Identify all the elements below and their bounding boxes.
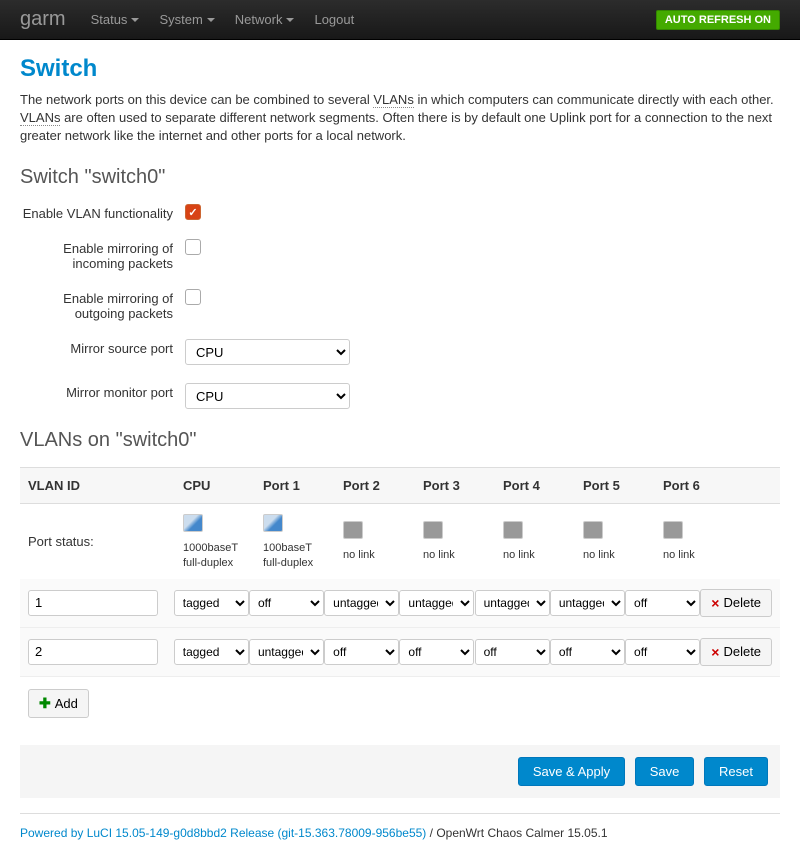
port-status-text: full-duplex (183, 557, 233, 569)
navbar: garm Status System Network Logout AUTO R… (0, 0, 800, 40)
mirror-tx-checkbox[interactable] (185, 289, 201, 305)
port-icon (503, 521, 523, 539)
mirror-tx-label: Enable mirroring of outgoing packets (20, 289, 185, 321)
vlan-abbr: VLANs (373, 92, 413, 108)
port-status-row: Port status: 1000baseT full-duplex 100ba… (20, 504, 780, 579)
delete-button[interactable]: ×Delete (700, 638, 772, 666)
add-button[interactable]: ✚Add (28, 689, 89, 718)
port-status-text: 1000baseT (183, 542, 238, 554)
delete-icon: × (711, 595, 719, 611)
port-icon (343, 521, 363, 539)
delete-icon: × (711, 644, 719, 660)
delete-button[interactable]: ×Delete (700, 589, 772, 617)
port-icon (583, 521, 603, 539)
col-header-port1: Port 1 (263, 478, 343, 493)
page-title: Switch (20, 55, 780, 83)
col-header-port4: Port 4 (503, 478, 583, 493)
navbar-brand[interactable]: garm (20, 8, 66, 31)
vlan-row: tagged untagged off off off off off ×Del… (20, 628, 780, 677)
port-icon (423, 521, 443, 539)
mirror-src-select[interactable]: CPU (185, 339, 350, 365)
vlan-port-select[interactable]: off (475, 639, 550, 665)
add-icon: ✚ (39, 695, 51, 712)
save-button[interactable]: Save (635, 757, 695, 786)
nav-system[interactable]: System (159, 12, 214, 27)
main-container: Switch The network ports on this device … (0, 40, 800, 867)
col-header-port2: Port 2 (343, 478, 423, 493)
port-status-text: no link (423, 549, 455, 561)
mirror-src-label: Mirror source port (20, 339, 185, 356)
reset-button[interactable]: Reset (704, 757, 768, 786)
footer-version: OpenWrt Chaos Calmer 15.05.1 (436, 826, 607, 840)
enable-vlan-label: Enable VLAN functionality (20, 204, 185, 221)
vlan-port-select[interactable]: tagged (174, 639, 249, 665)
vlan-port-select[interactable]: off (399, 639, 474, 665)
vlan-port-select[interactable]: untagged (475, 590, 550, 616)
vlan-id-input[interactable] (28, 590, 158, 616)
vlan-id-input[interactable] (28, 639, 158, 665)
vlan-port-select[interactable]: off (324, 639, 399, 665)
footer: Powered by LuCI 15.05-149-g0d8bbd2 Relea… (20, 813, 780, 852)
col-header-port5: Port 5 (583, 478, 663, 493)
vlan-port-select[interactable]: off (625, 590, 700, 616)
port-status-text: no link (343, 549, 375, 561)
col-header-vlanid: VLAN ID (28, 478, 183, 493)
save-apply-button[interactable]: Save & Apply (518, 757, 625, 786)
col-header-port3: Port 3 (423, 478, 503, 493)
port-status-text: no link (663, 549, 695, 561)
enable-vlan-checkbox[interactable] (185, 204, 201, 220)
vlan-table-header: VLAN ID CPU Port 1 Port 2 Port 3 Port 4 … (20, 467, 780, 504)
col-header-port6: Port 6 (663, 478, 743, 493)
nav-network[interactable]: Network (235, 12, 295, 27)
navbar-nav: Status System Network Logout (81, 12, 656, 27)
button-bar: Save & Apply Save Reset (20, 745, 780, 798)
vlan-port-select[interactable]: untagged (324, 590, 399, 616)
port-status-text: full-duplex (263, 557, 313, 569)
port-icon (183, 514, 203, 532)
vlan-port-select[interactable]: untagged (550, 590, 625, 616)
vlan-port-select[interactable]: untagged (249, 639, 324, 665)
vlans-heading: VLANs on "switch0" (20, 429, 780, 452)
port-status-label: Port status: (28, 534, 183, 549)
mirror-mon-select[interactable]: CPU (185, 383, 350, 409)
vlan-table: VLAN ID CPU Port 1 Port 2 Port 3 Port 4 … (20, 467, 780, 730)
mirror-rx-checkbox[interactable] (185, 239, 201, 255)
port-status-text: no link (583, 549, 615, 561)
port-icon (663, 521, 683, 539)
vlan-row: tagged off untagged untagged untagged un… (20, 579, 780, 628)
nav-logout[interactable]: Logout (314, 12, 354, 27)
mirror-mon-label: Mirror monitor port (20, 383, 185, 400)
vlan-port-select[interactable]: tagged (174, 590, 249, 616)
page-description: The network ports on this device can be … (20, 91, 780, 146)
col-header-cpu: CPU (183, 478, 263, 493)
nav-status[interactable]: Status (91, 12, 140, 27)
vlan-port-select[interactable]: untagged (399, 590, 474, 616)
vlan-port-select[interactable]: off (625, 639, 700, 665)
auto-refresh-badge[interactable]: AUTO REFRESH ON (656, 10, 780, 30)
vlan-port-select[interactable]: off (249, 590, 324, 616)
vlan-port-select[interactable]: off (550, 639, 625, 665)
footer-link[interactable]: Powered by LuCI 15.05-149-g0d8bbd2 Relea… (20, 826, 426, 840)
port-status-text: 100baseT (263, 542, 312, 554)
vlan-abbr: VLANs (20, 110, 60, 126)
port-icon (263, 514, 283, 532)
port-status-text: no link (503, 549, 535, 561)
switch-heading: Switch "switch0" (20, 166, 780, 189)
mirror-rx-label: Enable mirroring of incoming packets (20, 239, 185, 271)
